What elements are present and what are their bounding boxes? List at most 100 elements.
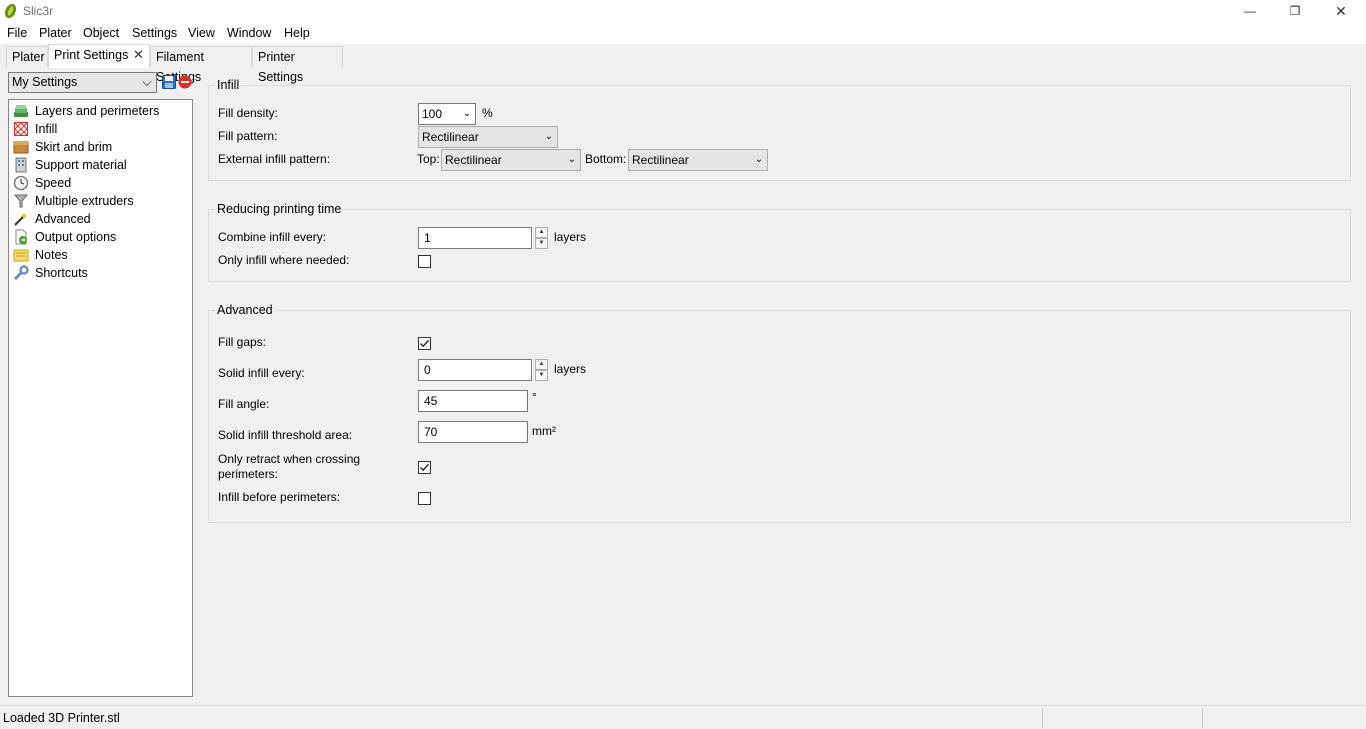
menu-settings[interactable]: Settings [132, 26, 177, 40]
page-item-layers-and-perimeters[interactable]: Layers and perimeters [13, 102, 191, 120]
spin-up-icon[interactable]: ▲ [535, 359, 548, 370]
solid-infill-threshold-input[interactable]: 70 [418, 421, 528, 443]
page-item-multiple-extruders[interactable]: Multiple extruders [13, 192, 191, 210]
save-icon[interactable] [162, 75, 176, 89]
preset-dropdown[interactable]: My Settings ⌵ [8, 72, 157, 93]
status-text: Loaded 3D Printer.stl [3, 711, 120, 725]
tab-printer-settings-label: Printer Settings [258, 50, 304, 84]
tab-bar: Plater Print Settings ✕ Filament Setting… [0, 44, 1366, 84]
menu-window[interactable]: Window [227, 26, 271, 40]
fill-pattern-label: Fill pattern: [218, 129, 278, 143]
tab-print-settings-label: Print Settings [54, 48, 129, 62]
infill-group [208, 85, 1351, 181]
only-retract-label-line2: perimeters: [218, 467, 279, 481]
bottom-infill-dropdown[interactable]: Rectilinear ⌄ [628, 149, 768, 171]
menu-file[interactable]: File [7, 26, 27, 40]
fill-density-combo[interactable]: 100 ⌄ [418, 103, 476, 125]
restore-button[interactable]: ❐ [1272, 0, 1318, 22]
solid-infill-every-value: 0 [424, 363, 431, 377]
slic3r-logo-icon [4, 3, 17, 19]
close-window-button[interactable]: ✕ [1318, 0, 1364, 22]
combine-infill-spinner[interactable]: ▲ ▼ [535, 227, 548, 249]
external-infill-pattern-label: External infill pattern: [218, 152, 331, 166]
spin-down-icon[interactable]: ▼ [535, 370, 548, 381]
page-item-speed[interactable]: Speed [13, 174, 191, 192]
status-divider [1202, 708, 1203, 728]
preset-dropdown-value: My Settings [12, 75, 78, 89]
top-infill-dropdown[interactable]: Rectilinear ⌄ [441, 149, 581, 171]
page-item-output-options[interactable]: Output options [13, 228, 191, 246]
only-infill-where-needed-label: Only infill where needed: [218, 253, 350, 267]
page-item-label: Layers and perimeters [35, 104, 160, 118]
tab-close-icon[interactable]: ✕ [133, 47, 144, 63]
reducing-group-title: Reducing printing time [215, 202, 344, 216]
only-retract-checkbox[interactable] [418, 461, 431, 474]
menu-plater[interactable]: Plater [39, 26, 72, 40]
page-item-infill[interactable]: Infill [13, 120, 191, 138]
page-item-shortcuts[interactable]: Shortcuts [13, 264, 191, 282]
only-retract-label-line1: Only retract when crossing [218, 452, 361, 466]
layers-icon [14, 105, 28, 117]
bottom-label: Bottom: [585, 152, 627, 166]
chevron-down-icon: ⌄ [567, 154, 577, 165]
menu-bar: File Plater Object Settings View Window … [0, 22, 1366, 44]
spin-down-icon[interactable]: ▼ [535, 238, 548, 249]
tab-plater[interactable]: Plater [6, 46, 48, 67]
fill-gaps-checkbox[interactable] [418, 337, 431, 350]
page-item-notes[interactable]: Notes [13, 246, 191, 264]
fill-pattern-dropdown[interactable]: Rectilinear ⌄ [418, 126, 558, 148]
window-title: Slic3r [23, 4, 54, 18]
chevron-down-icon: ⌄ [754, 154, 764, 165]
funnel-icon [13, 194, 29, 208]
combine-infill-input[interactable]: 1 [418, 227, 532, 249]
page-item-skirt-and-brim[interactable]: Skirt and brim [13, 138, 191, 156]
tab-printer-settings[interactable]: Printer Settings [252, 46, 343, 84]
page-item-label: Support material [35, 158, 127, 172]
page-item-label: Advanced [35, 212, 91, 226]
page-item-label: Output options [35, 230, 117, 244]
tab-filament-settings[interactable]: Filament Settings [150, 46, 252, 84]
wrench-icon [13, 265, 29, 281]
chevron-down-icon: ⌄ [544, 131, 554, 142]
combine-infill-label: Combine infill every: [218, 230, 327, 244]
minimize-button[interactable]: — [1227, 0, 1273, 22]
status-divider [1042, 708, 1043, 728]
spin-up-icon[interactable]: ▲ [535, 227, 548, 238]
solid-infill-every-unit: layers [554, 362, 587, 376]
page-item-advanced[interactable]: Advanced [13, 210, 191, 228]
advanced-group [208, 310, 1351, 523]
combine-infill-value: 1 [424, 231, 431, 245]
fill-density-label: Fill density: [218, 106, 279, 120]
fill-angle-label: Fill angle: [218, 397, 270, 411]
menu-view[interactable]: View [188, 26, 215, 40]
delete-icon[interactable] [178, 75, 192, 89]
solid-infill-threshold-unit: mm² [532, 424, 556, 438]
page-go-icon [15, 229, 27, 245]
page-item-label: Skirt and brim [35, 140, 113, 154]
menu-object[interactable]: Object [83, 26, 119, 40]
page-item-support-material[interactable]: Support material [13, 156, 191, 174]
fill-angle-input[interactable]: 45 [418, 390, 528, 412]
checkmark-icon [420, 463, 430, 472]
page-item-label: Speed [35, 176, 72, 190]
solid-infill-every-input[interactable]: 0 [418, 359, 532, 381]
infill-before-perimeters-checkbox[interactable] [418, 492, 431, 505]
settings-page-list: Layers and perimeters Infill Skirt and b… [8, 99, 193, 697]
wand-icon [14, 212, 28, 226]
checkmark-icon [420, 339, 430, 348]
solid-infill-threshold-label: Solid infill threshold area: [218, 428, 353, 442]
fill-angle-unit: ° [532, 390, 537, 404]
page-item-label: Shortcuts [35, 266, 88, 280]
combine-infill-unit: layers [554, 230, 587, 244]
page-item-label: Multiple extruders [35, 194, 134, 208]
note-icon [13, 249, 29, 262]
solid-infill-threshold-value: 70 [424, 425, 438, 439]
menu-help[interactable]: Help [284, 26, 310, 40]
time-icon [13, 175, 29, 191]
top-label: Top: [417, 152, 440, 166]
only-infill-where-needed-checkbox[interactable] [418, 255, 431, 268]
fill-density-value: 100 [422, 107, 443, 121]
tab-plater-label: Plater [12, 50, 45, 64]
solid-infill-every-spinner[interactable]: ▲ ▼ [535, 359, 548, 381]
top-infill-value: Rectilinear [445, 153, 502, 167]
